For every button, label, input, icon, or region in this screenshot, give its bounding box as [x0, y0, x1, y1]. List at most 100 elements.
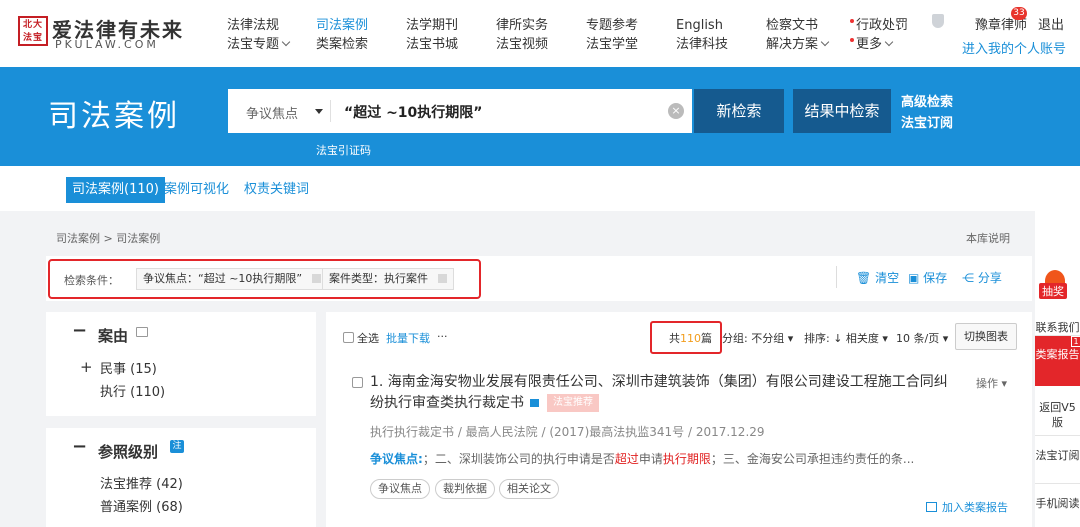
pill-dispute-focus[interactable]: 争议焦点	[370, 479, 430, 499]
add-folder-icon	[926, 502, 937, 512]
tab-judicial-cases[interactable]: 司法案例(110)	[66, 177, 165, 203]
tab-case-visualization[interactable]: 案例可视化	[164, 177, 229, 203]
personal-account-link[interactable]: 进入我的个人账号	[962, 38, 1066, 57]
chevron-down-icon	[820, 37, 830, 47]
mail-icon[interactable]	[136, 327, 148, 337]
result-title-text: 1. 海南金海安物业发展有限责任公司、深圳市建筑装饰（集团）有限公司建设工程施工…	[370, 374, 948, 411]
snippet-text: 申请	[638, 452, 663, 466]
pkulaw-logo[interactable]: 北大法宝 爱法律有未来 PKULAW.COM	[18, 14, 188, 54]
nav-laws[interactable]: 法律法规	[227, 16, 289, 35]
nav-column-8: 行政处罚 更多	[850, 16, 908, 54]
clear-button[interactable]: 🗑 清空	[856, 269, 899, 286]
tab-rights-keywords[interactable]: 权责关键词	[244, 177, 309, 203]
note-badge-icon[interactable]: 注	[170, 440, 184, 453]
group-dropdown[interactable]: 分组: 不分组 ▾	[722, 330, 793, 346]
expand-icon[interactable]: +	[80, 358, 93, 376]
select-all-label[interactable]: 全选	[357, 330, 379, 346]
nav-column-7: 检察文书 解决方案	[766, 16, 830, 54]
advanced-search-link[interactable]: 高级检索	[901, 92, 953, 113]
nav-topic-reference[interactable]: 专题参考	[586, 16, 638, 35]
recommended-tag: 法宝推荐	[547, 394, 599, 412]
nav-academy[interactable]: 法宝学堂	[586, 35, 638, 54]
search-field-select[interactable]: 争议焦点	[246, 103, 298, 122]
collapse-icon[interactable]: −	[72, 436, 87, 457]
search-in-results-button[interactable]: 结果中检索	[793, 89, 891, 133]
sort-dropdown[interactable]: 排序: ↓ 相关度 ▾	[804, 330, 888, 346]
back-to-v5-button[interactable]: 返回V5版	[1035, 396, 1080, 436]
pkulaw-seal-logo: 北大法宝	[18, 16, 48, 46]
clear-search-icon[interactable]: ×	[668, 103, 684, 119]
nav-judicial-cases[interactable]: 司法案例	[316, 16, 368, 35]
result-title-link[interactable]: 1. 海南金海安物业发展有限责任公司、深圳市建筑装饰（集团）有限公司建设工程施工…	[370, 372, 950, 414]
divider	[330, 100, 331, 122]
facet-item-ordinary[interactable]: 普通案例 (68)	[100, 496, 183, 515]
share-label: 分享	[977, 271, 1002, 285]
nav-solutions[interactable]: 解决方案	[766, 35, 830, 54]
group-label: 分组: 不分组	[722, 332, 785, 345]
nav-column-3: 法学期刊 法宝书城	[406, 16, 458, 54]
dropdown-triangle-icon[interactable]	[315, 109, 323, 114]
share-button[interactable]: ⋲ 分享	[962, 269, 1002, 286]
subscribe-link[interactable]: 法宝订阅	[901, 113, 953, 134]
nav-legal-tech[interactable]: 法律科技	[676, 35, 728, 54]
chevron-down-icon	[281, 37, 291, 47]
nav-english[interactable]: English	[676, 16, 728, 35]
library-note-link[interactable]: 本库说明	[966, 230, 1010, 246]
logo-domain: PKULAW.COM	[55, 38, 159, 51]
mobile-reading-button[interactable]: 手机阅读	[1035, 492, 1080, 527]
chevron-down-icon	[884, 37, 894, 47]
citation-code-link[interactable]: 法宝引证码	[316, 142, 371, 158]
more-options-icon[interactable]: ···	[437, 330, 448, 343]
shield-icon[interactable]	[932, 14, 944, 28]
dispute-focus-label: 争议焦点:	[370, 452, 423, 466]
select-all-checkbox[interactable]	[343, 332, 354, 343]
nav-topics[interactable]: 法宝专题	[227, 35, 291, 54]
nav-column-4: 律所实务 法宝视频	[496, 16, 548, 54]
result-checkbox[interactable]	[352, 377, 363, 388]
snippet-highlight: 超过	[614, 452, 639, 466]
save-button[interactable]: ▣ 保存	[908, 269, 947, 286]
new-search-button[interactable]: 新检索	[694, 89, 784, 133]
highlight-box-conditions	[48, 259, 481, 299]
facet-item-civil[interactable]: 民事 (15)	[100, 358, 157, 377]
pill-related-papers[interactable]: 相关论文	[499, 479, 559, 499]
nav-similar-case-search[interactable]: 类案检索	[316, 35, 368, 54]
contact-us-button[interactable]: 联系我们	[1035, 320, 1080, 336]
switch-chart-button[interactable]: 切换图表	[955, 323, 1017, 350]
share-icon: ⋲	[962, 271, 974, 285]
operations-dropdown[interactable]: 操作 ▾	[976, 375, 1007, 391]
logout-link[interactable]: 退出	[1038, 14, 1064, 33]
collapse-icon[interactable]: −	[72, 320, 87, 341]
advanced-links: 高级检索 法宝订阅	[901, 92, 953, 134]
nav-admin-penalty-label: 行政处罚	[856, 18, 909, 33]
speaker-icon[interactable]	[530, 399, 539, 407]
nav-journals[interactable]: 法学期刊	[406, 16, 458, 35]
nav-more[interactable]: 更多	[850, 35, 908, 54]
page-title: 司法案例	[48, 99, 180, 134]
facet-item-recommended[interactable]: 法宝推荐 (42)	[100, 473, 183, 492]
nav-bookstore[interactable]: 法宝书城	[406, 35, 458, 54]
nav-procuratorate-docs[interactable]: 检察文书	[766, 16, 828, 35]
search-input[interactable]: “超过 ~10执行期限”	[344, 102, 483, 122]
nav-column-5: 专题参考 法宝学堂	[586, 16, 638, 54]
notification-dot-icon	[850, 38, 854, 42]
nav-column-6: English 法律科技	[676, 16, 728, 54]
batch-download-link[interactable]: 批量下载	[386, 330, 430, 346]
highlight-box-count	[650, 321, 722, 354]
per-page-dropdown[interactable]: 10 条/页 ▾	[896, 330, 948, 346]
snippet-highlight: 执行期限	[662, 452, 711, 466]
nav-videos[interactable]: 法宝视频	[496, 35, 548, 54]
facet-item-execution[interactable]: 执行 (110)	[100, 381, 165, 400]
breadcrumb[interactable]: 司法案例 > 司法案例	[56, 230, 160, 246]
subscribe-side-button[interactable]: 法宝订阅	[1035, 444, 1080, 484]
lottery-label: 抽奖	[1039, 283, 1067, 299]
add-to-report-button[interactable]: 加入类案报告	[926, 499, 1008, 515]
nav-admin-penalty[interactable]: 行政处罚	[850, 16, 908, 35]
seal-text: 北大法宝	[22, 20, 43, 43]
save-icon: ▣	[908, 271, 920, 285]
nav-law-firm-practice[interactable]: 律所实务	[496, 16, 548, 35]
nav-more-label: 更多	[856, 37, 883, 52]
pill-judgment-basis[interactable]: 裁判依据	[435, 479, 495, 499]
lottery-button[interactable]: 抽奖	[1039, 270, 1073, 308]
snippet-text: ；三、金海安公司承担违约责任的条...	[710, 452, 915, 466]
